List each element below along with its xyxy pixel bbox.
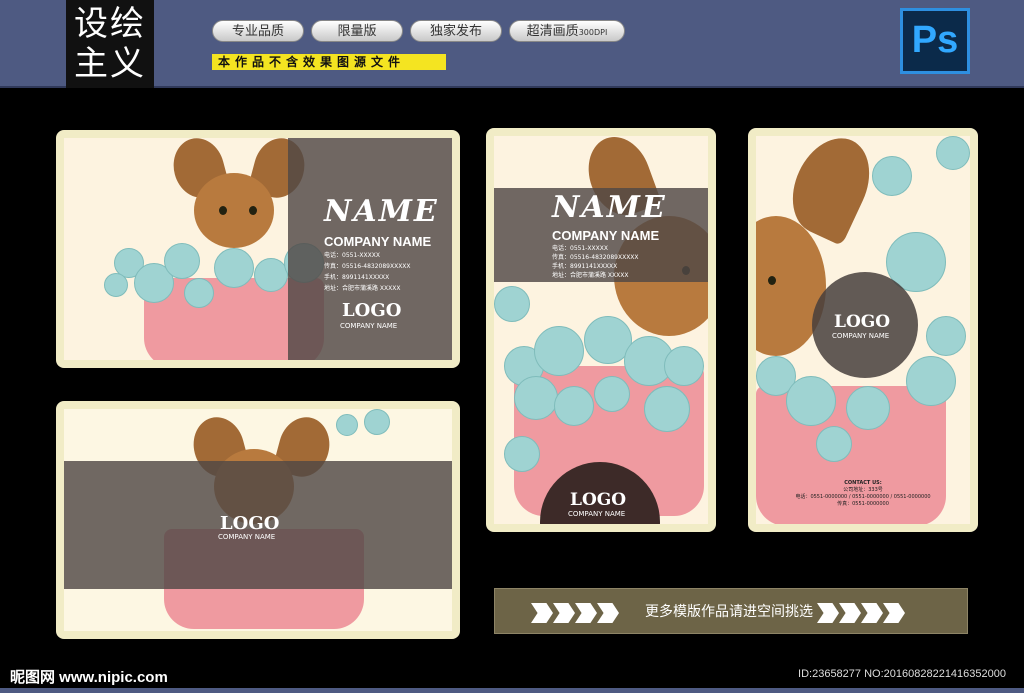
bubble <box>164 243 200 279</box>
logo-band: LOGO COMPANY NAME <box>64 461 452 589</box>
card-fax: 传真：05516-4832089XXXXX <box>324 263 411 270</box>
bubble <box>872 156 912 196</box>
card-vertical-back-art: LOGO COMPANY NAME CONTACT US: 公司地址：333号 … <box>756 136 970 524</box>
contact-address: 公司地址：333号 <box>843 487 883 493</box>
card-mobile: 手机：8991141XXXXX <box>552 263 618 270</box>
contact-phones: 电话：0551-0000000 / 0551-0000000 / 0551-00… <box>795 494 931 500</box>
bubble <box>336 414 358 436</box>
more-templates-banner[interactable]: 更多模版作品请进空间挑选 <box>494 588 968 634</box>
chevron-right-icon <box>817 603 839 623</box>
dog-eye <box>249 206 257 215</box>
card-logo: LOGO <box>834 312 891 332</box>
card-vertical-back: LOGO COMPANY NAME CONTACT US: 公司地址：333号 … <box>748 128 978 532</box>
banner-text: 更多模版作品请进空间挑选 <box>645 604 813 620</box>
site-logo-line-2: 主义 <box>74 44 146 84</box>
dog-head <box>194 173 274 248</box>
card-fax: 传真：05516-4832089XXXXX <box>552 254 639 261</box>
bubble <box>504 436 540 472</box>
bubble <box>534 326 584 376</box>
card-logo-company: COMPANY NAME <box>218 533 276 541</box>
chevron-right-icon <box>883 603 905 623</box>
info-panel: NAME COMPANY NAME 电话：0551-XXXXX 传真：05516… <box>494 188 708 282</box>
bubble <box>644 386 690 432</box>
bubble <box>594 376 630 412</box>
tag-hd-dpi: 300DPI <box>578 28 608 37</box>
bubble <box>846 386 890 430</box>
bubble <box>104 273 128 297</box>
bubble <box>364 409 390 435</box>
card-address: 地址：合肥市蒲溪路 XXXXX <box>552 272 629 279</box>
site-logo: 设绘 主义 <box>66 0 154 88</box>
bubble <box>254 258 288 292</box>
card-logo: LOGO <box>342 300 402 321</box>
tag-limited: 限量版 <box>311 20 403 42</box>
site-logo-line-1: 设绘 <box>74 4 146 44</box>
card-contact: 电话：0551-XXXXX 传真：05516-4832089XXXXX 手机：8… <box>324 250 411 294</box>
card-vertical-front: NAME COMPANY NAME 电话：0551-XXXXX 传真：05516… <box>486 128 716 532</box>
card-logo-company: COMPANY NAME <box>340 322 398 330</box>
card-company: COMPANY NAME <box>552 228 660 243</box>
info-panel: NAME COMPANY NAME 电话：0551-XXXXX 传真：05516… <box>288 138 452 360</box>
card-horizontal-front: NAME COMPANY NAME 电话：0551-XXXXX 传真：05516… <box>56 130 460 368</box>
tag-exclusive: 独家发布 <box>410 20 502 42</box>
card-name: NAME <box>324 194 439 229</box>
chevron-right-icon <box>597 603 619 623</box>
bubble <box>926 316 966 356</box>
chevron-right-icon <box>531 603 553 623</box>
card-horizontal-front-art: NAME COMPANY NAME 电话：0551-XXXXX 传真：05516… <box>64 138 452 360</box>
card-horizontal-back: LOGO COMPANY NAME <box>56 401 460 639</box>
tag-hd: 超清画质300DPI <box>509 20 625 42</box>
bubble <box>554 386 594 426</box>
bubble <box>816 426 852 462</box>
logo-circle: LOGO COMPANY NAME <box>812 272 918 378</box>
card-contact: 电话：0551-XXXXX 传真：05516-4832089XXXXX 手机：8… <box>552 244 639 280</box>
dog-eye <box>768 276 776 285</box>
card-phone: 电话：0551-XXXXX <box>324 252 380 259</box>
watermark-site: 昵图网 www.nipic.com <box>10 669 168 686</box>
photoshop-icon: Ps <box>900 8 970 74</box>
contact-title: CONTACT US: <box>844 480 882 486</box>
bubble <box>936 136 970 170</box>
bubble <box>906 356 956 406</box>
card-logo: LOGO <box>220 513 280 534</box>
card-horizontal-back-art: LOGO COMPANY NAME <box>64 409 452 631</box>
notice-strip: 本作品不含效果图源文件 <box>212 54 446 70</box>
bubble <box>214 248 254 288</box>
tag-hd-label: 超清画质 <box>526 24 579 39</box>
card-logo-company: COMPANY NAME <box>568 510 626 518</box>
footer-strip <box>0 688 1024 693</box>
card-mobile: 手机：8991141XXXXX <box>324 274 390 281</box>
card-phone: 电话：0551-XXXXX <box>552 245 608 252</box>
watermark-id: ID:23658277 NO:20160828221416352000 <box>798 668 1006 680</box>
contact-fax: 传真：0551-0000000 <box>837 501 889 507</box>
card-vertical-front-art: NAME COMPANY NAME 电话：0551-XXXXX 传真：05516… <box>494 136 708 524</box>
bubble <box>514 376 558 420</box>
bubble <box>494 286 530 322</box>
card-company: COMPANY NAME <box>324 234 432 249</box>
bubble <box>184 278 214 308</box>
chevron-right-icon <box>861 603 883 623</box>
bubble <box>786 376 836 426</box>
card-logo-company: COMPANY NAME <box>832 332 890 340</box>
card-name: NAME <box>552 190 667 225</box>
top-banner: 设绘 主义 专业品质 限量版 独家发布 超清画质300DPI 本作品不含效果图源… <box>0 0 1024 88</box>
contact-block: CONTACT US: 公司地址：333号 电话：0551-0000000 / … <box>756 480 970 508</box>
chevron-right-icon <box>839 603 861 623</box>
dog-eye <box>219 206 227 215</box>
chevron-right-icon <box>553 603 575 623</box>
card-address: 地址：合肥市蒲溪路 XXXXX <box>324 285 401 292</box>
card-logo: LOGO <box>570 490 627 510</box>
tag-quality: 专业品质 <box>212 20 304 42</box>
chevron-right-icon <box>575 603 597 623</box>
bubble <box>664 346 704 386</box>
